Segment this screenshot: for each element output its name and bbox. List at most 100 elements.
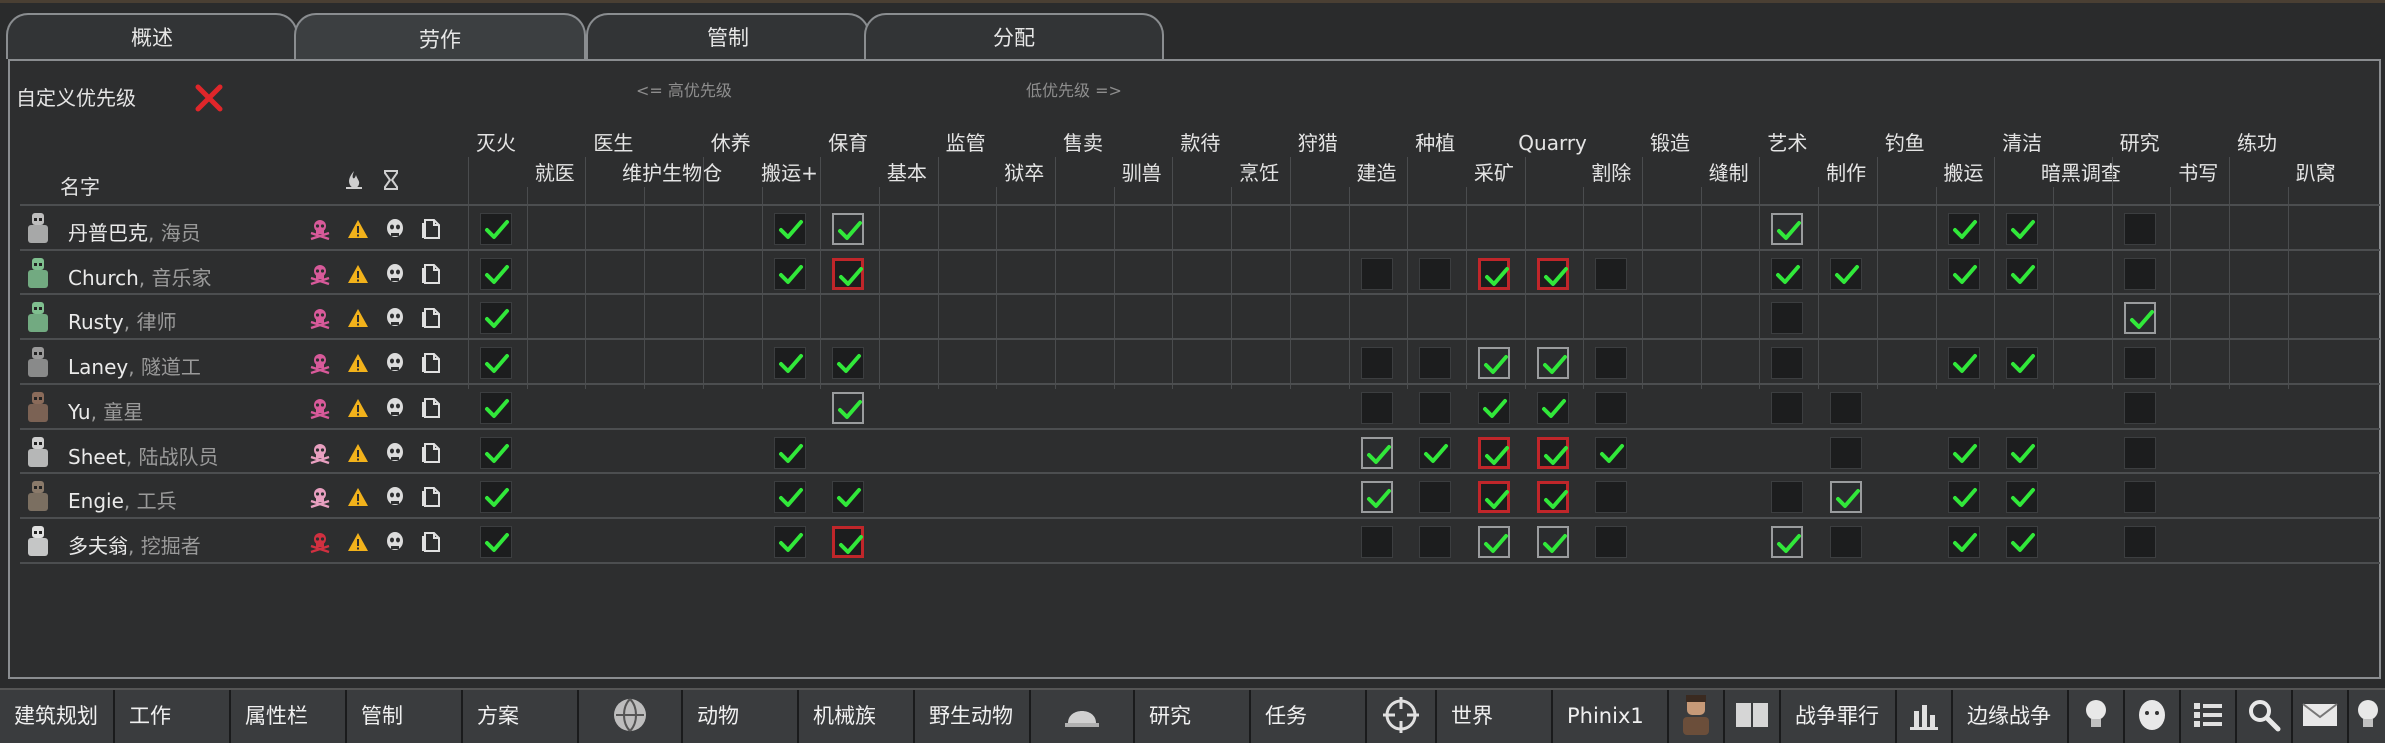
colonist-row[interactable]: Sheet, 陆战队员 (20, 431, 2380, 475)
warning-icon[interactable] (346, 306, 370, 330)
work-toggle[interactable] (1771, 481, 1803, 513)
lightbulb-button[interactable] (2069, 690, 2125, 743)
colonist-row[interactable]: Church, 音乐家 (20, 252, 2380, 296)
column-header-4[interactable]: 休养 (711, 131, 751, 155)
column-header-29[interactable]: 书写 (2178, 161, 2218, 185)
skull-icon[interactable] (308, 217, 332, 241)
work-toggle[interactable] (480, 213, 512, 245)
work-toggle[interactable] (1830, 258, 1862, 290)
globe-button[interactable] (579, 690, 683, 743)
bottom-tab-4[interactable]: 方案 (463, 690, 579, 743)
work-toggle[interactable] (480, 347, 512, 379)
work-toggle[interactable] (2006, 347, 2038, 379)
work-toggle[interactable] (1948, 347, 1980, 379)
column-header-18[interactable]: Quarry (1518, 131, 1587, 155)
work-toggle[interactable] (2006, 213, 2038, 245)
column-header-19[interactable]: 割除 (1591, 161, 1631, 185)
colonist-avatar[interactable] (24, 524, 52, 560)
bottom-tab-19[interactable]: 边缘战争 (1953, 690, 2069, 743)
colonist-avatar[interactable] (24, 300, 52, 336)
bottom-tab-17[interactable]: 战争罪行 (1781, 690, 1897, 743)
work-toggle[interactable] (832, 213, 864, 245)
column-header-24[interactable]: 钓鱼 (1885, 131, 1925, 155)
work-toggle[interactable] (2124, 481, 2156, 513)
bottom-tab-7[interactable]: 机械族 (799, 690, 915, 743)
column-header-0[interactable]: 灭火 (476, 131, 516, 155)
work-toggle[interactable] (1595, 481, 1627, 513)
colonist-name[interactable]: Sheet, 陆战队员 (68, 441, 219, 470)
work-toggle[interactable] (1478, 437, 1510, 469)
column-header-7[interactable]: 基本 (887, 161, 927, 185)
head-icon[interactable] (383, 485, 407, 509)
colonist-row[interactable]: Engie, 工兵 (20, 475, 2380, 519)
colonist-row[interactable]: Yu, 童星 (20, 386, 2380, 430)
work-toggle[interactable] (1771, 258, 1803, 290)
hourglass-icon[interactable] (380, 169, 402, 191)
work-toggle[interactable] (1478, 526, 1510, 558)
work-toggle[interactable] (2124, 526, 2156, 558)
colonist-name[interactable]: Engie, 工兵 (68, 485, 177, 514)
work-toggle[interactable] (1771, 213, 1803, 245)
bottom-tab-11[interactable]: 任务 (1251, 690, 1367, 743)
bottom-tab-2[interactable]: 属性栏 (231, 690, 347, 743)
work-toggle[interactable] (774, 526, 806, 558)
work-toggle[interactable] (2124, 392, 2156, 424)
work-toggle[interactable] (832, 481, 864, 513)
document-icon[interactable] (420, 351, 444, 375)
colonist-name[interactable]: Laney, 隧道工 (68, 351, 201, 380)
close-icon[interactable] (192, 81, 226, 115)
work-toggle[interactable] (832, 347, 864, 379)
bottom-tab-14[interactable]: Phinix1 (1553, 690, 1669, 743)
work-toggle[interactable] (1771, 347, 1803, 379)
work-toggle[interactable] (480, 392, 512, 424)
warning-icon[interactable] (346, 217, 370, 241)
column-header-22[interactable]: 艺术 (1767, 131, 1807, 155)
column-header-12[interactable]: 款待 (1180, 131, 1220, 155)
colonist-name[interactable]: Rusty, 律师 (68, 306, 177, 335)
work-toggle[interactable] (1830, 526, 1862, 558)
work-toggle[interactable] (1361, 347, 1393, 379)
skull-icon[interactable] (308, 396, 332, 420)
skull-icon[interactable] (308, 351, 332, 375)
colonist-avatar[interactable] (24, 479, 52, 515)
skull-icon[interactable] (308, 530, 332, 554)
work-toggle[interactable] (1361, 258, 1393, 290)
head-icon[interactable] (383, 217, 407, 241)
work-toggle[interactable] (1419, 258, 1451, 290)
book-button[interactable] (1725, 690, 1781, 743)
column-header-10[interactable]: 售卖 (1063, 131, 1103, 155)
column-header-16[interactable]: 种植 (1415, 131, 1455, 155)
work-toggle[interactable] (1948, 213, 1980, 245)
work-toggle[interactable] (480, 437, 512, 469)
bottom-tab-8[interactable]: 野生动物 (915, 690, 1031, 743)
head-icon[interactable] (383, 306, 407, 330)
colonist-avatar[interactable] (24, 390, 52, 426)
column-header-17[interactable]: 采矿 (1474, 161, 1514, 185)
work-toggle[interactable] (832, 392, 864, 424)
work-toggle[interactable] (1419, 392, 1451, 424)
face-button[interactable] (2125, 690, 2181, 743)
work-toggle[interactable] (480, 302, 512, 334)
bottom-tab-0[interactable]: 建筑规划 (0, 690, 115, 743)
work-toggle[interactable] (2006, 258, 2038, 290)
head-icon[interactable] (383, 530, 407, 554)
bottom-tab-13[interactable]: 世界 (1437, 690, 1553, 743)
work-toggle[interactable] (1478, 392, 1510, 424)
chart-button[interactable] (1897, 690, 1953, 743)
work-toggle[interactable] (1419, 347, 1451, 379)
column-header-9[interactable]: 狱卒 (1004, 161, 1044, 185)
warning-icon[interactable] (346, 396, 370, 420)
work-toggle[interactable] (1361, 437, 1393, 469)
colonist-name[interactable]: Church, 音乐家 (68, 262, 212, 291)
work-toggle[interactable] (832, 526, 864, 558)
work-toggle[interactable] (1361, 526, 1393, 558)
colonist-avatar[interactable] (24, 211, 52, 247)
column-header-3[interactable]: 维护生物仓 (622, 161, 722, 185)
work-toggle[interactable] (480, 258, 512, 290)
head-icon[interactable] (383, 262, 407, 286)
work-toggle[interactable] (2124, 437, 2156, 469)
colonist-row[interactable]: 多夫翁, 挖掘者 (20, 520, 2380, 564)
head-icon[interactable] (383, 351, 407, 375)
skull-icon[interactable] (308, 485, 332, 509)
work-toggle[interactable] (2006, 481, 2038, 513)
